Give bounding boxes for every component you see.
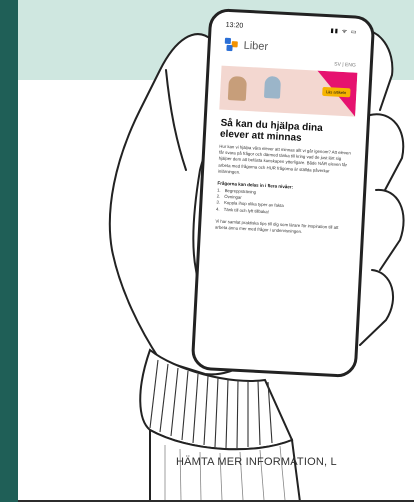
status-time: 13:20 — [225, 21, 244, 30]
read-article-button[interactable]: Läs artikeln — [321, 86, 351, 98]
smartphone: 13:20 ▮▮ ᯤ ▭ Liber SV | ENG Läs artikeln… — [190, 7, 376, 379]
article-banner: Läs artikeln — [219, 65, 358, 117]
signal-wifi-battery-icon: ▮▮ ᯤ ▭ — [330, 28, 358, 36]
brand-name: Liber — [243, 39, 269, 54]
article-intro: Hur kan vi hjälpa våra elever att minnas… — [217, 143, 351, 175]
article-headline: Så kan du hjälpa dina elever att minnas — [219, 117, 323, 144]
levels-list: 1. Begreppsträning 2. Övningar 3. Koppla ih… — [216, 188, 349, 220]
phone-screen: 13:20 ▮▮ ᯤ ▭ Liber SV | ENG Läs artikeln… — [200, 17, 366, 369]
liber-logo-icon — [224, 37, 239, 53]
article-body: Så kan du hjälpa dina elever att minnas … — [207, 109, 361, 244]
child-figure — [227, 76, 248, 101]
footer-caption[interactable]: HÄMTA MER INFORMATION, L — [176, 456, 337, 468]
child-figure — [263, 75, 282, 99]
phone-frame: 13:20 ▮▮ ᯤ ▭ Liber SV | ENG Läs artikeln… — [190, 7, 376, 379]
article-note: Vi har samlat praktiska tips till dig so… — [214, 218, 339, 235]
